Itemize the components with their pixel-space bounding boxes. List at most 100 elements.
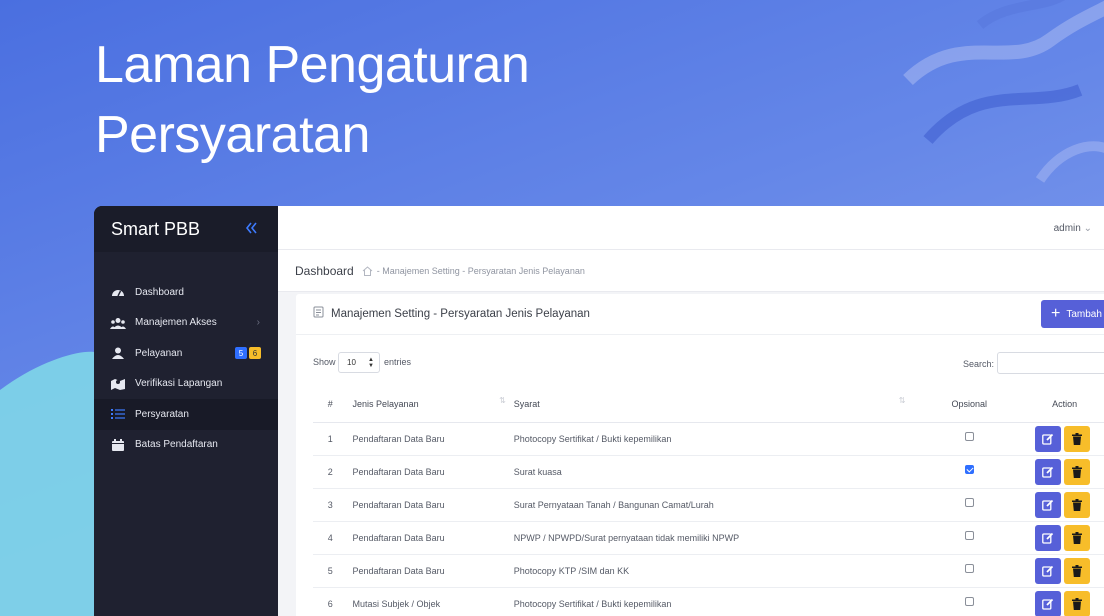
- jenis-cell: Pendaftaran Data Baru: [347, 488, 514, 522]
- table-row: 3 Pendaftaran Data Baru Surat Pernyataan…: [313, 488, 1104, 522]
- delete-button[interactable]: [1064, 425, 1091, 452]
- hero-title-line1: Laman Pengaturan: [95, 36, 530, 94]
- sidebar-item-pelayanan[interactable]: Pelayanan 5 6: [94, 338, 278, 369]
- sidebar-item-label: Manajemen Akses: [135, 317, 217, 329]
- column-header-opsional[interactable]: Opsional: [913, 387, 1026, 423]
- opsional-cell: [913, 521, 1026, 555]
- column-header-label: Syarat: [513, 399, 540, 410]
- opsional-cell: [913, 554, 1026, 588]
- sort-icon: ⇅: [499, 396, 506, 405]
- add-button[interactable]: + Tambah: [1041, 300, 1104, 328]
- sort-arrows-icon: ▲ ▼: [368, 357, 374, 369]
- search-input[interactable]: [997, 352, 1104, 374]
- sidebar-item-manajemen-akses[interactable]: Manajemen Akses ›: [94, 308, 278, 339]
- page-title: Dashboard: [295, 263, 354, 278]
- delete-button[interactable]: [1064, 491, 1091, 518]
- syarat-cell: Photocopy Sertifikat / Bukti kepemilikan: [513, 422, 914, 456]
- column-header-label: Jenis Pelayanan: [352, 399, 419, 410]
- action-cell: [1025, 521, 1104, 555]
- list-icon: [110, 406, 126, 422]
- opsional-checkbox[interactable]: [964, 497, 974, 507]
- home-icon[interactable]: [362, 265, 373, 276]
- edit-icon: [1042, 532, 1054, 544]
- delete-button[interactable]: [1064, 590, 1091, 616]
- sidebar-item-label: Persyaratan: [135, 408, 189, 420]
- sidebar-item-label: Dashboard: [135, 286, 184, 298]
- breadcrumb-trail[interactable]: - Manajemen Setting - Persyaratan Jenis …: [377, 266, 585, 276]
- action-cell: [1025, 488, 1104, 522]
- count-badge: 6: [249, 347, 261, 360]
- plus-icon: +: [1051, 305, 1061, 322]
- sort-icon: ⇅: [898, 396, 906, 405]
- double-chevron-left-icon[interactable]: [244, 220, 258, 241]
- map-icon: [110, 376, 126, 392]
- column-header-action: Action: [1025, 387, 1104, 423]
- sidebar-item-label: Batas Pendaftaran: [135, 439, 218, 451]
- edit-button[interactable]: [1035, 425, 1062, 452]
- row-number: 5: [313, 554, 348, 588]
- column-header-syarat[interactable]: Syarat ⇅: [513, 387, 914, 423]
- sidebar-item-dashboard[interactable]: Dashboard: [94, 277, 278, 308]
- jenis-cell: Pendaftaran Data Baru: [347, 521, 514, 555]
- trash-icon: [1072, 564, 1083, 577]
- opsional-checkbox[interactable]: [964, 530, 974, 540]
- opsional-checkbox[interactable]: [964, 563, 974, 573]
- edit-button[interactable]: [1035, 557, 1062, 584]
- card-header: Manajemen Setting - Persyaratan Jenis Pe…: [296, 294, 1104, 335]
- chevron-down-icon: ⌄: [1083, 223, 1092, 234]
- syarat-cell: Surat kuasa: [513, 455, 914, 489]
- column-header-number[interactable]: #: [313, 387, 348, 423]
- edit-icon: [1042, 466, 1054, 478]
- opsional-checkbox[interactable]: [964, 464, 974, 474]
- edit-button[interactable]: [1035, 524, 1062, 551]
- sidebar-item-persyaratan[interactable]: Persyaratan: [94, 399, 278, 430]
- opsional-checkbox[interactable]: [964, 596, 974, 606]
- syarat-cell: Photocopy KTP /SIM dan KK: [513, 554, 914, 588]
- chevron-right-icon: ›: [256, 317, 260, 329]
- action-cell: [1025, 587, 1104, 616]
- syarat-cell: Surat Pernyataan Tanah / Bangunan Camat/…: [513, 488, 914, 522]
- table-controls: Show 10 ▲ ▼ entries Search:: [296, 335, 1104, 381]
- edit-icon: [1042, 499, 1054, 511]
- opsional-checkbox[interactable]: [964, 431, 974, 441]
- edit-button[interactable]: [1035, 590, 1062, 616]
- row-number: 2: [313, 455, 348, 489]
- user-menu[interactable]: admin ⌄: [1054, 223, 1092, 234]
- row-number: 3: [313, 488, 348, 522]
- sidebar-item-label: Verifikasi Lapangan: [135, 378, 223, 390]
- entries-label: entries: [384, 357, 412, 367]
- edit-icon: [1042, 598, 1054, 610]
- edit-button[interactable]: [1035, 458, 1062, 485]
- brand-logo: Smart PBB: [111, 218, 201, 239]
- trash-icon: [1072, 531, 1083, 544]
- jenis-cell: Mutasi Subjek / Objek: [347, 587, 514, 616]
- sidebar-item-verifikasi-lapangan[interactable]: Verifikasi Lapangan: [94, 369, 278, 400]
- search-label: Search:: [963, 359, 995, 369]
- trash-icon: [1072, 465, 1083, 478]
- delete-button[interactable]: [1064, 458, 1091, 485]
- opsional-cell: [913, 587, 1026, 616]
- calendar-icon: [110, 437, 126, 453]
- sidebar-item-batas-pendaftaran[interactable]: Batas Pendaftaran: [94, 430, 278, 461]
- action-cell: [1025, 554, 1104, 588]
- delete-button[interactable]: [1064, 557, 1091, 584]
- column-header-jenis[interactable]: Jenis Pelayanan ⇅: [347, 387, 514, 423]
- users-icon: [110, 315, 126, 331]
- edit-icon: [1042, 433, 1054, 445]
- hero-title-line2: Persyaratan: [95, 106, 370, 164]
- trash-icon: [1072, 498, 1083, 511]
- sidebar: Smart PBB Dashboard Manajemen Akses › Pe…: [94, 206, 278, 616]
- entries-value: 10: [347, 358, 356, 367]
- edit-button[interactable]: [1035, 491, 1062, 518]
- add-button-label: Tambah: [1066, 308, 1102, 320]
- entries-select[interactable]: 10 ▲ ▼: [338, 352, 380, 373]
- user-icon: [110, 345, 126, 361]
- requirements-table: # Jenis Pelayanan ⇅ Syarat ⇅ Opsional Acti…: [313, 387, 1104, 616]
- sidebar-item-label: Pelayanan: [135, 347, 183, 359]
- opsional-cell: [913, 455, 1026, 489]
- row-number: 1: [313, 422, 348, 456]
- badge-group: 5 6: [235, 347, 261, 360]
- delete-button[interactable]: [1064, 524, 1091, 551]
- speedometer-icon: [110, 284, 126, 300]
- count-badge: 5: [235, 347, 247, 360]
